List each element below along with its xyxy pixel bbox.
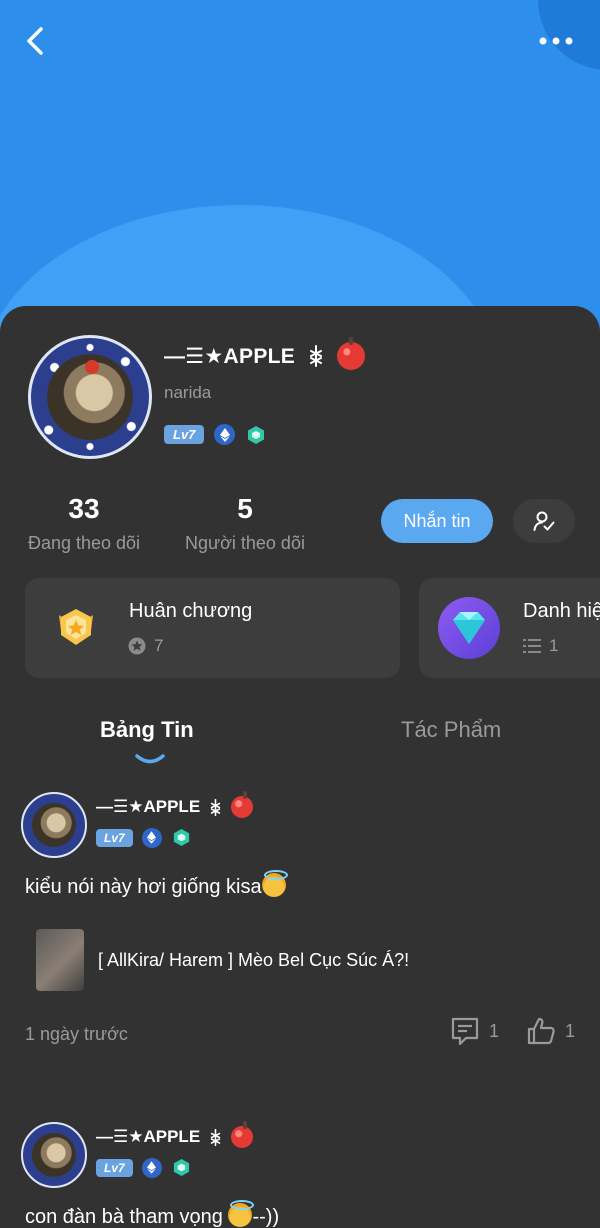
post-author-name: —☰★APPLE	[96, 1127, 201, 1146]
level-badge: Lv7	[96, 828, 133, 847]
tab-news-feed[interactable]: Bảng Tin	[100, 717, 194, 743]
post-text-content: kiểu nói này hơi giống kisa	[25, 876, 262, 898]
linked-work[interactable]: [ AllKira/ Harem ] Mèo Bel Cục Súc Á?!	[36, 928, 596, 992]
apple-emoji-icon	[337, 337, 366, 370]
hexagon-badge-icon[interactable]	[245, 424, 266, 445]
linked-work-title: [ AllKira/ Harem ] Mèo Bel Cục Súc Á?!	[98, 949, 410, 970]
thumbs-up-icon	[527, 1017, 555, 1045]
profile-username-row: —☰★APPLE	[164, 337, 366, 373]
tab-works[interactable]: Tác Phẩm	[401, 717, 501, 743]
followers-count[interactable]: 5	[211, 493, 279, 525]
profile-header-banner	[0, 0, 600, 340]
titles-count: 1	[549, 636, 559, 655]
post-author-avatar[interactable]	[21, 792, 87, 858]
like-button[interactable]: 1	[526, 1016, 575, 1046]
comment-button[interactable]: 1	[450, 1016, 499, 1046]
diamond-icon	[438, 597, 500, 659]
titles-card-title: Danh hiệ	[523, 600, 600, 622]
list-icon	[523, 639, 541, 653]
post-text-content: con đàn bà tham vọng	[25, 1206, 223, 1228]
post-text: kiểu nói này hơi giống kisa	[25, 870, 288, 899]
asterisk-icon	[210, 798, 221, 816]
level-badge: Lv7	[96, 1158, 133, 1177]
titles-card[interactable]: Danh hiệ 1	[419, 578, 600, 678]
hexagon-badge-icon	[171, 1157, 192, 1178]
profile-handle: narida	[164, 383, 212, 402]
star-circle-icon	[128, 637, 146, 655]
asterisk-icon	[310, 345, 323, 367]
medals-count: 7	[154, 636, 164, 655]
ethereum-badge-icon	[141, 1157, 162, 1178]
follow-status-button[interactable]	[513, 499, 575, 543]
linked-work-thumbnail	[36, 929, 84, 991]
asterisk-icon	[210, 1128, 221, 1146]
medal-icon	[59, 609, 93, 645]
post-text: con đàn bà tham vọng --))	[25, 1200, 280, 1228]
medals-card[interactable]: Huân chương 7	[25, 578, 400, 678]
profile-display-name: —☰★APPLE	[164, 344, 296, 368]
user-check-icon	[533, 511, 555, 531]
post-author-badges: Lv7	[96, 1157, 192, 1178]
post-timestamp: 1 ngày trước	[25, 1024, 128, 1044]
ethereum-badge-icon	[141, 827, 162, 848]
back-button[interactable]	[18, 24, 52, 58]
following-count[interactable]: 33	[50, 493, 118, 525]
tab-active-indicator	[135, 754, 165, 764]
profile-avatar[interactable]	[28, 335, 152, 459]
followers-label[interactable]: Người theo dõi	[180, 533, 310, 554]
avatar-photo	[47, 354, 133, 440]
post-author-name: —☰★APPLE	[96, 797, 201, 816]
smiling-face-halo-icon	[261, 870, 288, 897]
medals-count-row: 7	[128, 636, 163, 656]
following-label[interactable]: Đang theo dõi	[24, 533, 144, 554]
post-text-suffix: --))	[252, 1206, 280, 1228]
post-author-name-row[interactable]: —☰★APPLE	[96, 1121, 254, 1148]
apple-emoji-icon	[231, 1121, 254, 1148]
hexagon-badge-icon	[171, 827, 192, 848]
apple-emoji-icon	[231, 791, 254, 818]
comment-icon	[451, 1017, 479, 1046]
post-author-name-row[interactable]: —☰★APPLE	[96, 791, 254, 818]
level-badge[interactable]: Lv7	[164, 425, 205, 444]
smiling-face-halo-icon	[228, 1200, 255, 1227]
post-author-avatar[interactable]	[21, 1122, 87, 1188]
more-options-button[interactable]	[536, 26, 576, 56]
medals-card-title: Huân chương	[129, 600, 253, 622]
message-button[interactable]: Nhắn tin	[381, 499, 493, 543]
more-dots-icon	[539, 37, 573, 45]
ethereum-badge-icon[interactable]	[214, 424, 236, 445]
titles-count-row: 1	[523, 636, 558, 656]
chevron-left-icon	[27, 27, 43, 55]
profile-badges: Lv7	[164, 424, 266, 445]
comment-count: 1	[489, 1020, 500, 1041]
like-count: 1	[565, 1020, 576, 1041]
post-author-badges: Lv7	[96, 827, 192, 848]
